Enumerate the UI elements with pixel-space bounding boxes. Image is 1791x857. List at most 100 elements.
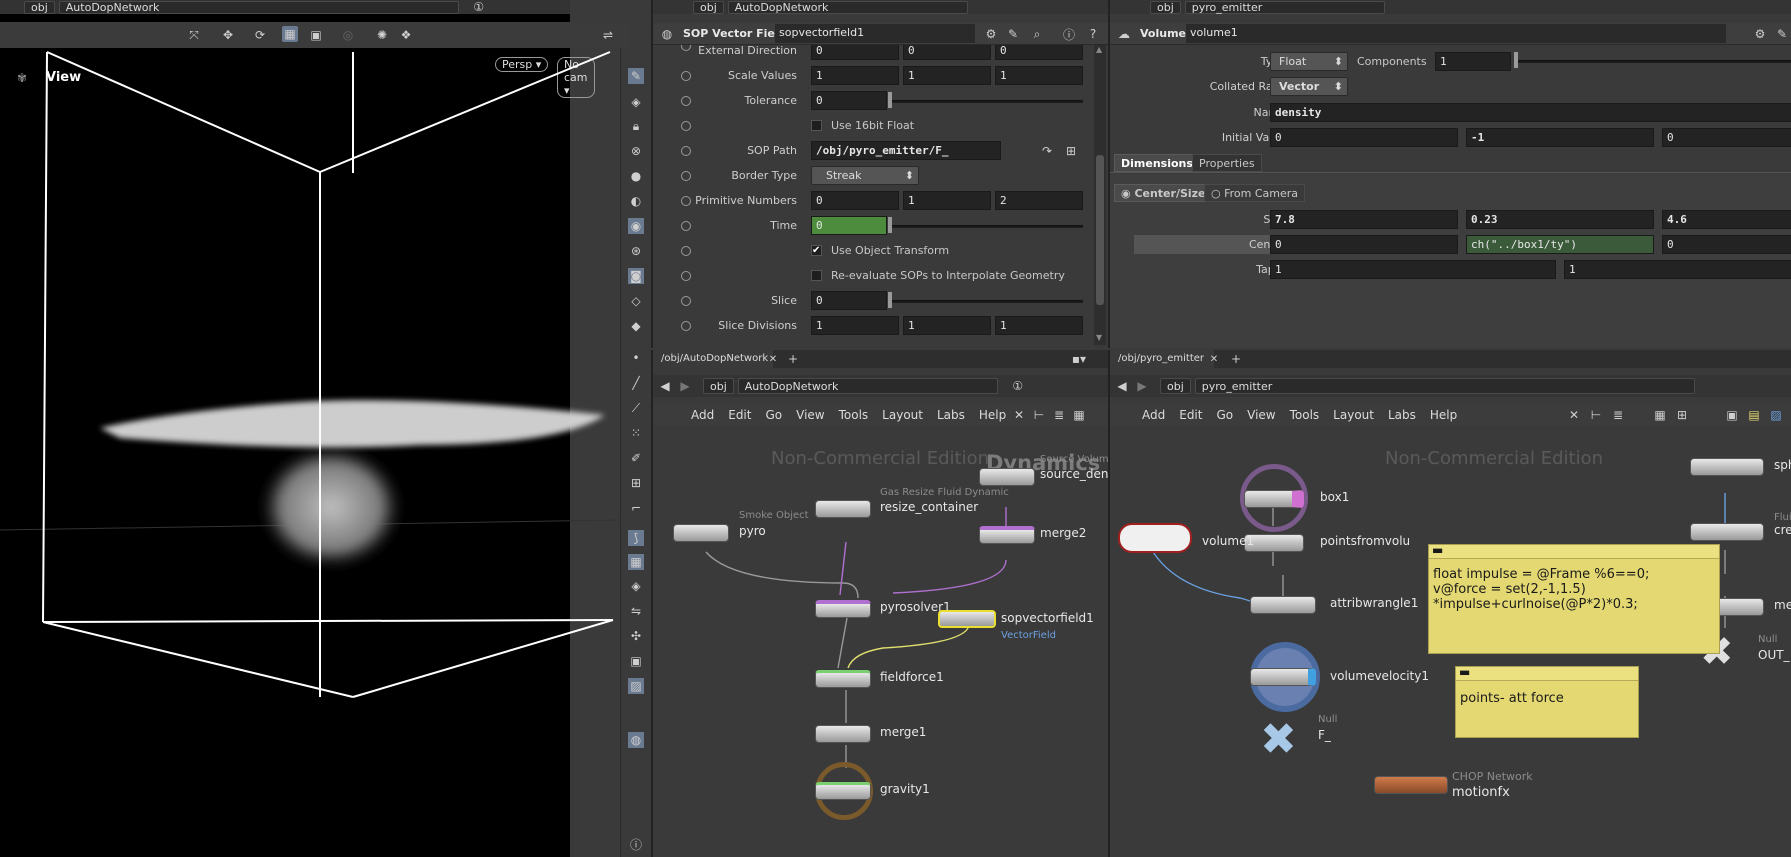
sph-node[interactable] — [1690, 458, 1764, 476]
template-icon[interactable]: ◈ — [628, 94, 644, 110]
measure-icon[interactable]: ⟋ — [628, 400, 644, 416]
slice-field[interactable]: 0 — [811, 291, 887, 310]
sop-path-obj[interactable]: obj — [1160, 378, 1191, 394]
add-tab-icon[interactable]: + — [785, 351, 801, 367]
edge-icon[interactable]: ╱ — [628, 375, 644, 391]
info-icon[interactable]: ⓘ — [628, 836, 644, 852]
uv-icon[interactable]: ⊞ — [628, 475, 644, 491]
border-type-menu[interactable]: Streak ⬍ — [811, 166, 919, 185]
menu-add[interactable]: Add — [1142, 408, 1165, 422]
xray-icon[interactable]: ⊗ — [628, 143, 644, 159]
dop-tab[interactable]: /obj/AutoDopNetwork — [653, 350, 773, 368]
slice-slider[interactable] — [891, 300, 1083, 303]
slice-div-z[interactable]: 1 — [995, 316, 1083, 335]
diamond-icon[interactable]: ◈ — [628, 578, 644, 594]
help-icon[interactable]: ⓘ — [1061, 26, 1077, 42]
components-field[interactable]: 1 — [1435, 52, 1511, 71]
back-icon[interactable]: ◀ — [657, 378, 673, 394]
size-y[interactable]: 0.23 — [1466, 210, 1654, 229]
image-icon[interactable]: ▨ — [628, 678, 644, 694]
taper-y[interactable]: 1 — [1564, 260, 1791, 279]
point-display-icon[interactable]: ◉ — [628, 218, 644, 234]
from-camera-radio[interactable]: ○ From Camera — [1204, 184, 1306, 202]
name-field[interactable]: density — [1270, 103, 1791, 122]
sticky-collapse-icon[interactable]: ▬ — [1459, 665, 1470, 679]
parm-scrollbar[interactable]: ▲ ▼ — [1094, 45, 1106, 345]
prim-x[interactable]: 0 — [811, 191, 899, 210]
dop-path-network[interactable]: AutoDopNetwork — [737, 378, 998, 394]
menu-help[interactable]: Help — [1430, 408, 1457, 422]
anim-dot[interactable] — [681, 271, 691, 281]
sop-canvas[interactable]: Non-Commercial Edition box1 pointsfromvo… — [1110, 428, 1791, 857]
menu-edit[interactable]: Edit — [1179, 408, 1202, 422]
vol-path-obj[interactable]: obj — [1150, 0, 1181, 14]
anim-dot[interactable] — [681, 121, 691, 131]
center-y[interactable]: ch("../box1/ty") — [1466, 235, 1654, 254]
camera-icon[interactable]: ◙ — [628, 268, 644, 284]
attribwrangle-node[interactable] — [1250, 596, 1316, 614]
merge2-node[interactable] — [979, 526, 1035, 544]
slice-div-y[interactable]: 1 — [903, 316, 991, 335]
size-z[interactable]: 4.6 — [1662, 210, 1791, 229]
sop-wrench-icon[interactable]: ✕ — [1566, 407, 1582, 423]
sticky-collapse-icon[interactable]: ▬ — [1432, 543, 1443, 557]
initial-y[interactable]: -1 — [1466, 128, 1654, 147]
points-sticky-note[interactable]: ▬ points- att force — [1455, 665, 1639, 738]
pin-view-icon[interactable]: ◍ — [628, 732, 644, 748]
vol-name-field[interactable]: volume1 — [1186, 24, 1726, 43]
dop-pin-icon[interactable]: ① — [1010, 378, 1026, 394]
anim-dot[interactable] — [681, 246, 691, 256]
initial-z[interactable]: 0 — [1662, 128, 1791, 147]
forward-icon[interactable]: ▶ — [677, 378, 693, 394]
ext-dir-z[interactable]: 0 — [995, 45, 1083, 60]
sop-path-network[interactable]: pyro_emitter — [1194, 378, 1695, 394]
menu-go[interactable]: Go — [1216, 408, 1233, 422]
pyrosolver-node[interactable] — [815, 600, 871, 618]
ghost-toggle-icon[interactable]: ◐ — [628, 193, 644, 209]
tree-icon[interactable]: ⊢ — [1031, 407, 1047, 423]
prim-z[interactable]: 2 — [995, 191, 1083, 210]
sop-background-icon[interactable]: ▨ — [1768, 407, 1784, 423]
scale-y[interactable]: 1 — [903, 66, 991, 85]
brush-icon[interactable]: ✎ — [1005, 26, 1021, 42]
jump-icon[interactable]: ↷ — [1039, 143, 1055, 159]
volume1-node[interactable] — [1118, 523, 1192, 553]
null-node-icon[interactable]: ✖ — [1260, 718, 1304, 762]
menu-go[interactable]: Go — [765, 408, 782, 422]
size-x[interactable]: 7.8 — [1270, 210, 1458, 229]
source-node[interactable] — [979, 468, 1035, 486]
parm-path-obj[interactable]: obj — [693, 0, 724, 14]
node-chooser-icon[interactable]: ⊞ — [1063, 143, 1079, 159]
volumevelocity-node[interactable] — [1250, 668, 1316, 686]
list-icon[interactable]: ≣ — [1051, 407, 1067, 423]
slice-knob[interactable] — [888, 292, 892, 308]
sop-forward-icon[interactable]: ▶ — [1134, 378, 1150, 394]
close-tab-icon[interactable]: ✕ — [765, 351, 781, 367]
menu-edit[interactable]: Edit — [728, 408, 751, 422]
sop-path-field[interactable]: /obj/pyro_emitter/F_ — [811, 141, 1001, 160]
sop-tree-icon[interactable]: ⊢ — [1588, 407, 1604, 423]
grid-view-icon[interactable]: ▦ — [1071, 407, 1087, 423]
shaded-icon[interactable]: ◆ — [628, 318, 644, 334]
menu-view[interactable]: View — [796, 408, 824, 422]
collated-menu[interactable]: Vector ⬍ — [1270, 77, 1348, 96]
type-menu[interactable]: Float ⬍ — [1270, 52, 1348, 71]
sop-close-tab-icon[interactable]: ✕ — [1206, 351, 1222, 367]
dop-canvas[interactable]: Non-Commercial Edition Dynamics Source V… — [653, 428, 1108, 857]
time-knob[interactable] — [888, 217, 892, 233]
gear-icon[interactable]: ⚙ — [983, 26, 999, 42]
sop-grid-icon[interactable]: ▦ — [1652, 407, 1668, 423]
merge1-node[interactable] — [815, 725, 871, 743]
tab-properties[interactable]: Properties — [1192, 154, 1262, 172]
menu-labs[interactable]: Labs — [937, 408, 965, 422]
crea-node[interactable] — [1690, 523, 1764, 541]
vertex-icon[interactable]: ⁙ — [628, 425, 644, 441]
dop-path-obj[interactable]: obj — [703, 378, 734, 394]
chop-node[interactable] — [1374, 776, 1448, 794]
sop-sticky-icon[interactable]: ▤ — [1746, 407, 1762, 423]
tolerance-knob[interactable] — [888, 92, 892, 108]
parm-path-network[interactable]: AutoDopNetwork — [727, 0, 968, 14]
tolerance-field[interactable]: 0 — [811, 91, 887, 110]
taper-x[interactable]: 1 — [1270, 260, 1556, 279]
sop-tile-icon[interactable]: ⊞ — [1674, 407, 1690, 423]
